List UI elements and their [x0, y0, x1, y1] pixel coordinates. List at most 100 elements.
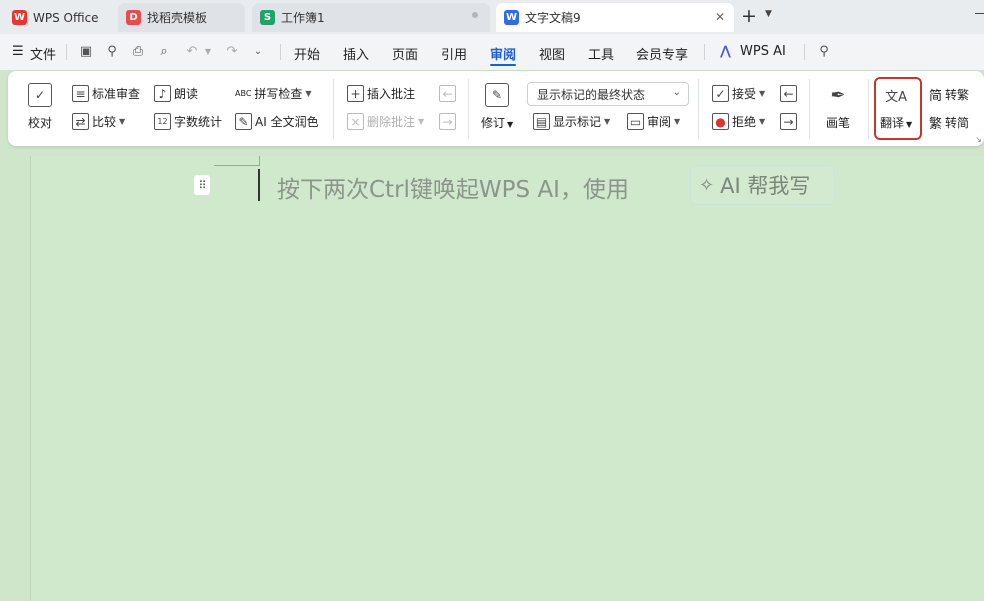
review-pane-button[interactable]: ▭ 审阅 ▼: [627, 113, 680, 130]
to-simplified-button[interactable]: 繁 转简: [929, 113, 969, 132]
wps-logo-icon: W: [12, 10, 27, 25]
track-changes-icon: ✎: [485, 83, 510, 107]
share-icon[interactable]: ⚲: [104, 43, 120, 59]
document-page[interactable]: ⠿ 按下两次Ctrl键唤起WPS AI，使用 ✧ AI 帮我写: [30, 156, 984, 601]
spell-check-icon: ABC: [235, 89, 252, 98]
more-chevron-icon[interactable]: ⌄: [250, 43, 266, 59]
track-changes-button[interactable]: ✎ 修订 ▼: [481, 83, 513, 131]
divider: [698, 79, 699, 139]
ribbon-expand-icon[interactable]: ↘: [975, 135, 982, 144]
next-comment-button[interactable]: →: [439, 113, 459, 130]
menu-insert[interactable]: 插入: [343, 44, 369, 63]
accept-button[interactable]: ✓ 接受 ▼: [712, 85, 765, 102]
chevron-down-icon: ▼: [507, 120, 514, 129]
margin-marker: [259, 156, 260, 166]
text-cursor: [258, 169, 260, 201]
menu-bar: ☰ 文件 ▣ ⚲ ⎙ ⌕ ↶ ▼ ↷ ⌄ 开始 插入 页面 引用 审阅 视图 工…: [0, 34, 984, 70]
wps-ai-logo-icon: ⋀: [720, 44, 731, 59]
markup-state-select[interactable]: 显示标记的最终状态 ⌄: [527, 82, 689, 106]
menu-file[interactable]: 文件: [30, 44, 56, 63]
tab-label: WPS Office: [33, 10, 99, 25]
search-icon[interactable]: ⚲: [816, 43, 832, 59]
divider: [704, 44, 705, 60]
spell-check-button[interactable]: ABC 拼写检查 ▼: [235, 85, 312, 102]
word-count-button[interactable]: 12 字数统计: [154, 113, 222, 130]
reject-icon: ●: [712, 113, 729, 130]
active-tab-indicator: [490, 64, 516, 66]
menu-page[interactable]: 页面: [392, 44, 418, 63]
insert-comment-button[interactable]: + 插入批注: [347, 85, 415, 102]
next-change-button[interactable]: →: [780, 113, 800, 130]
unsaved-dot-icon: [472, 12, 478, 18]
delete-comment-button[interactable]: × 删除批注 ▼: [347, 113, 424, 130]
pen-label: 画笔: [826, 116, 851, 130]
new-tab-plus-icon[interactable]: +: [741, 6, 757, 26]
ai-write-label: AI 帮我写: [720, 174, 811, 198]
redo-icon[interactable]: ↷: [224, 43, 240, 59]
sparkle-icon: ✧: [699, 174, 715, 196]
chevron-down-icon[interactable]: ▼: [765, 9, 772, 19]
tab-wps-office[interactable]: W WPS Office: [4, 3, 112, 32]
insert-comment-label: 插入批注: [367, 87, 416, 101]
word-count-label: 字数统计: [174, 115, 223, 129]
print-preview-icon[interactable]: ⌕: [156, 43, 172, 59]
divider: [66, 44, 67, 60]
to-traditional-label: 转繁: [945, 88, 970, 102]
chevron-down-icon: ▼: [759, 89, 766, 98]
standard-review-label: 标准审查: [92, 87, 141, 101]
ai-polish-button[interactable]: ✎ AI 全文润色: [235, 113, 319, 130]
reject-button[interactable]: ● 拒绝 ▼: [712, 113, 765, 130]
proofread-button[interactable]: ✓ 校对: [28, 83, 52, 131]
menu-view[interactable]: 视图: [539, 44, 565, 63]
spell-check-label: 拼写检查: [254, 87, 303, 101]
chevron-down-icon: ⌄: [672, 87, 681, 98]
tab-workbook[interactable]: S 工作簿1: [252, 3, 490, 32]
divider: [280, 44, 281, 60]
next-change-icon: →: [780, 113, 797, 130]
menu-home[interactable]: 开始: [294, 44, 320, 63]
read-aloud-button[interactable]: ♪ 朗读: [154, 85, 198, 102]
minimize-icon[interactable]: [975, 13, 984, 14]
divider: [868, 79, 869, 139]
translate-label: 翻译: [880, 116, 905, 130]
ai-polish-icon: ✎: [235, 113, 252, 130]
save-icon[interactable]: ▣: [78, 43, 94, 59]
standard-review-icon: ≡: [72, 85, 89, 102]
accept-label: 接受: [732, 87, 757, 101]
previous-comment-icon: ←: [439, 85, 456, 102]
tab-docer-templates[interactable]: D 找稻壳模板: [118, 3, 245, 32]
menu-membership[interactable]: 会员专享: [636, 44, 688, 63]
divider: [333, 79, 334, 139]
hamburger-icon[interactable]: ☰: [12, 44, 24, 59]
menu-references[interactable]: 引用: [441, 44, 467, 63]
undo-dropdown-icon[interactable]: ▼: [200, 43, 216, 59]
menu-tools[interactable]: 工具: [588, 44, 614, 63]
pen-button[interactable]: ✒ 画笔: [826, 83, 850, 131]
tab-document[interactable]: W 文字文稿9 ✕: [496, 3, 734, 32]
insert-comment-icon: +: [347, 85, 364, 102]
standard-review-button[interactable]: ≡ 标准审查: [72, 85, 140, 102]
ai-polish-label: AI 全文润色: [255, 115, 319, 129]
delete-comment-icon: ×: [347, 113, 364, 130]
reject-label: 拒绝: [732, 115, 757, 129]
undo-icon[interactable]: ↶: [184, 43, 200, 59]
show-markup-button[interactable]: ▤ 显示标记 ▼: [533, 113, 610, 130]
print-icon[interactable]: ⎙: [130, 43, 146, 59]
to-traditional-button[interactable]: 简 转繁: [929, 85, 969, 104]
writer-icon: W: [504, 10, 519, 25]
translate-button[interactable]: 文A 翻译 ▼: [880, 83, 912, 131]
drag-handle-icon[interactable]: ⠿: [194, 175, 210, 195]
previous-comment-button[interactable]: ←: [439, 85, 459, 102]
read-aloud-icon: ♪: [154, 85, 171, 102]
show-markup-icon: ▤: [533, 113, 550, 130]
ai-write-button[interactable]: ✧ AI 帮我写: [690, 165, 835, 205]
menu-review[interactable]: 审阅: [490, 44, 516, 63]
track-changes-label: 修订: [481, 116, 506, 130]
compare-button[interactable]: ⇄ 比较 ▼: [72, 113, 125, 130]
margin-marker: [214, 165, 260, 166]
close-icon[interactable]: ✕: [715, 10, 725, 24]
previous-change-button[interactable]: ←: [780, 85, 800, 102]
chevron-down-icon: ▼: [119, 117, 126, 126]
tab-bar: W WPS Office D 找稻壳模板 S 工作簿1 W 文字文稿9 ✕ + …: [0, 0, 984, 34]
menu-wps-ai[interactable]: WPS AI: [740, 44, 786, 59]
